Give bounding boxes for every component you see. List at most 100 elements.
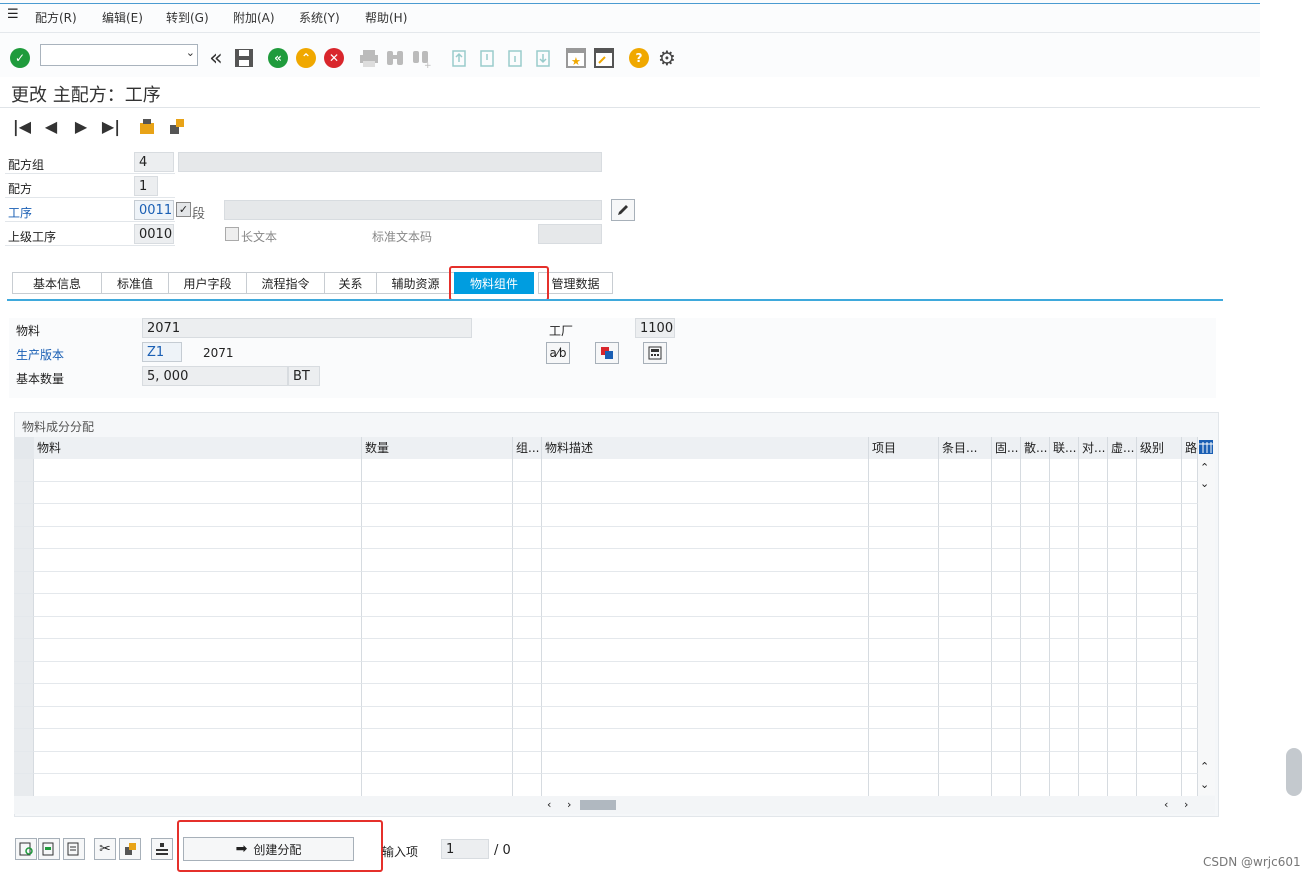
col-material-desc[interactable]: 物料描述 [542,437,869,459]
table-cell[interactable] [1182,481,1198,504]
table-cell[interactable] [939,639,992,662]
table-cell[interactable] [939,571,992,594]
table-cell[interactable] [1079,639,1108,662]
table-cell[interactable] [362,616,513,639]
table-cell[interactable] [1108,459,1137,482]
table-cell[interactable] [513,571,542,594]
table-cell[interactable] [362,526,513,549]
insert-row-button[interactable] [38,838,60,860]
table-cell[interactable] [1108,594,1137,617]
table-cell[interactable] [939,661,992,684]
table-cell[interactable] [992,549,1021,572]
table-cell[interactable] [1079,751,1108,774]
back-icon[interactable]: « [267,47,289,69]
table-cell[interactable] [1182,774,1198,797]
table-cell[interactable] [362,459,513,482]
chevron-down-icon[interactable]: ⌄ [186,46,195,59]
scroll-left-icon[interactable]: ‹ [547,798,551,811]
table-cell[interactable] [1108,661,1137,684]
table-cell[interactable] [1079,616,1108,639]
col-bulk[interactable]: 散... [1021,437,1050,459]
table-cell[interactable] [1108,504,1137,527]
table-cell[interactable] [939,706,992,729]
table-cell[interactable] [513,504,542,527]
table-cell[interactable] [1021,616,1050,639]
details-button[interactable] [15,838,37,860]
table-cell[interactable] [1137,661,1182,684]
menu-help[interactable]: 帮助(H) [365,9,407,26]
scroll-up-icon[interactable]: ⌃ [1200,760,1209,773]
table-cell[interactable] [939,481,992,504]
table-cell[interactable] [542,639,869,662]
table-cell[interactable] [1021,774,1050,797]
settings-gear-icon[interactable]: ⚙ [656,46,678,70]
table-cell[interactable] [1137,504,1182,527]
table-cell[interactable] [992,459,1021,482]
table-cell[interactable] [992,661,1021,684]
table-cell[interactable] [362,661,513,684]
table-cell[interactable] [34,549,362,572]
find-icon[interactable] [384,47,406,69]
table-cell[interactable] [1137,526,1182,549]
table-cell[interactable] [1108,616,1137,639]
row-selector[interactable] [14,459,34,482]
table-cell[interactable] [1021,459,1050,482]
page-scroll-handle[interactable] [1286,748,1302,796]
table-cell[interactable] [992,706,1021,729]
table-cell[interactable] [1021,594,1050,617]
row-selector[interactable] [14,504,34,527]
table-cell[interactable] [1137,684,1182,707]
table-cell[interactable] [1108,774,1137,797]
menu-goto[interactable]: 转到(G) [166,9,209,26]
table-cell[interactable] [992,751,1021,774]
col-quantity[interactable]: 数量 [362,437,513,459]
table-cell[interactable] [1021,504,1050,527]
menu-system[interactable]: 系统(Y) [299,9,340,26]
table-cell[interactable] [542,526,869,549]
table-cell[interactable] [939,549,992,572]
table-cell[interactable] [542,481,869,504]
table-cell[interactable] [34,729,362,752]
table-cell[interactable] [1137,459,1182,482]
table-cell[interactable] [992,571,1021,594]
scroll-right-icon[interactable]: › [1184,798,1188,811]
table-cell[interactable] [362,774,513,797]
table-cell[interactable] [869,639,939,662]
help-icon[interactable]: ? [628,47,650,69]
table-cell[interactable] [939,594,992,617]
table-cell[interactable] [1079,526,1108,549]
table-cell[interactable] [1021,661,1050,684]
table-cell[interactable] [869,706,939,729]
table-cell[interactable] [1050,549,1079,572]
table-cell[interactable] [1079,481,1108,504]
new-session-icon[interactable]: ★ [565,47,587,69]
table-cell[interactable] [939,729,992,752]
row-selector[interactable] [14,616,34,639]
table-cell[interactable] [1108,481,1137,504]
table-cell[interactable] [34,661,362,684]
col-level[interactable]: 级别 [1137,437,1182,459]
version-label[interactable]: 生产版本 [16,346,64,363]
entry-field[interactable]: 1 [441,839,489,859]
tab-basic-info[interactable]: 基本信息 [12,272,102,294]
table-cell[interactable] [1108,751,1137,774]
table-cell[interactable] [869,751,939,774]
table-cell[interactable] [869,684,939,707]
operation-label[interactable]: 工序 [8,204,32,221]
table-cell[interactable] [362,481,513,504]
table-cell[interactable] [513,684,542,707]
table-cell[interactable] [362,729,513,752]
table-cell[interactable] [1108,684,1137,707]
table-cell[interactable] [1182,751,1198,774]
table-cell[interactable] [362,571,513,594]
table-cell[interactable] [34,751,362,774]
table-cell[interactable] [1182,594,1198,617]
cancel-icon[interactable]: ✕ [323,47,345,69]
table-cell[interactable] [542,504,869,527]
col-group[interactable]: 组... [513,437,542,459]
table-cell[interactable] [1021,481,1050,504]
table-cell[interactable] [1050,616,1079,639]
table-cell[interactable] [939,774,992,797]
last-page-icon[interactable] [532,47,554,69]
table-cell[interactable] [1079,504,1108,527]
